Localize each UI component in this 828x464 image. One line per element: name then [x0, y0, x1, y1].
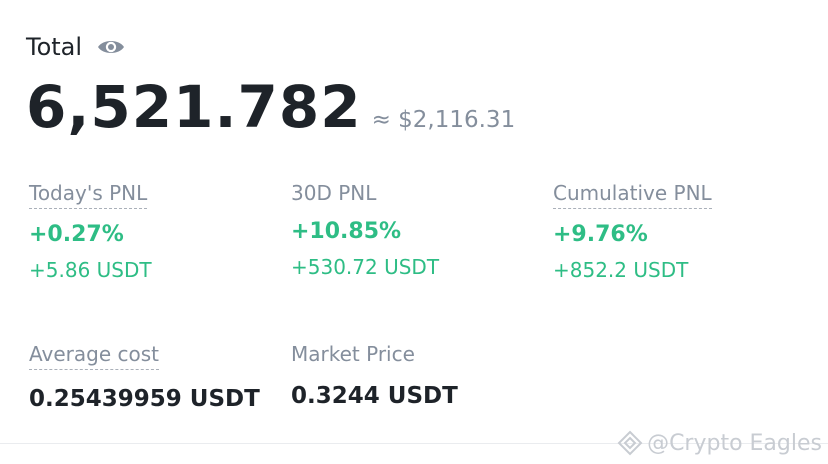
balance-row: 6,521.782 ≈ $2,116.31	[26, 72, 515, 142]
thirty-day-pnl-percent: +10.85%	[291, 219, 402, 244]
average-cost-value: 0.25439959 USDT	[29, 386, 260, 412]
thirty-day-pnl-label: 30D PNL	[291, 181, 377, 205]
cumulative-pnl-percent: +9.76%	[553, 222, 648, 247]
watermark: @Crypto Eagles	[617, 430, 822, 456]
thirty-day-pnl-usdt: +530.72 USDT	[291, 255, 440, 279]
total-label: Total	[26, 33, 83, 61]
balance-usd-approx: ≈ $2,116.31	[371, 107, 516, 133]
cumulative-pnl-label[interactable]: Cumulative PNL	[553, 180, 712, 209]
cumulative-pnl: Cumulative PNL +9.76% +852.2 USDT	[553, 180, 712, 283]
market-price-label: Market Price	[291, 342, 415, 366]
average-cost-label[interactable]: Average cost	[29, 341, 159, 370]
balance-amount: 6,521.782	[26, 73, 362, 141]
market-price-value: 0.3244 USDT	[291, 383, 458, 409]
cumulative-pnl-usdt: +852.2 USDT	[553, 258, 689, 282]
watermark-text: @Crypto Eagles	[647, 430, 822, 456]
asset-detail-panel: Total 6,521.782 ≈ $2,116.31 Today's PNL …	[0, 0, 828, 464]
total-header: Total	[26, 32, 126, 62]
average-cost: Average cost 0.25439959 USDT	[29, 341, 260, 414]
market-price: Market Price 0.3244 USDT	[291, 341, 458, 411]
binance-square-logo-icon	[617, 430, 643, 456]
thirty-day-pnl: 30D PNL +10.85% +530.72 USDT	[291, 180, 439, 280]
todays-pnl: Today's PNL +0.27% +5.86 USDT	[29, 180, 152, 283]
eye-icon[interactable]	[96, 36, 126, 58]
todays-pnl-label[interactable]: Today's PNL	[29, 180, 148, 209]
todays-pnl-usdt: +5.86 USDT	[29, 258, 152, 282]
todays-pnl-percent: +0.27%	[29, 222, 124, 247]
